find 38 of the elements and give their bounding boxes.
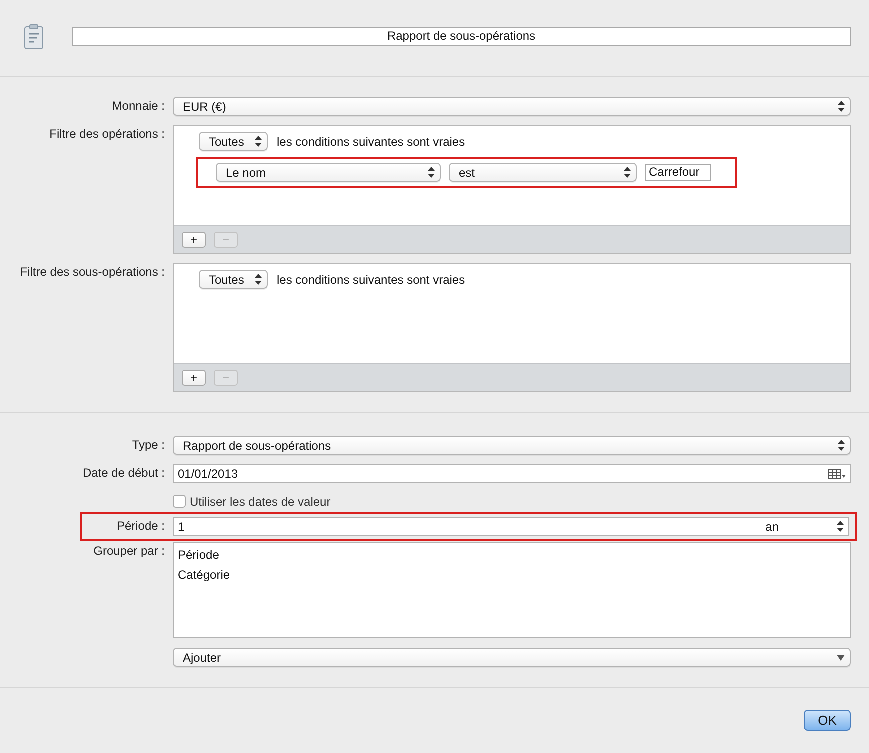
field-label: Grouper par :	[92, 543, 165, 560]
field-label: Filtre des sous-opérations :	[19, 264, 165, 281]
period-field[interactable]: 1 an	[173, 517, 849, 536]
stepper-arrows-icon	[624, 167, 631, 178]
match-dropdown[interactable]: Toutes	[199, 270, 268, 289]
stepper-arrows-icon	[255, 274, 262, 285]
stepper-arrows-icon	[428, 167, 435, 178]
checkbox[interactable]	[173, 495, 186, 508]
match-text: les conditions suivantes sont vraies	[277, 272, 466, 286]
checkbox-label: Utiliser les dates de valeur	[190, 494, 331, 508]
type-dropdown[interactable]: Rapport de sous-opérations	[173, 436, 851, 455]
field-dropdown[interactable]: Le nom	[216, 163, 441, 182]
field-label: Filtre des opérations :	[48, 126, 165, 143]
stepper-arrows-icon	[255, 136, 262, 147]
report-name-field[interactable]: Rapport de sous-opérations	[72, 27, 851, 46]
stepper-arrows-icon	[838, 440, 845, 451]
list-item[interactable]: Catégorie	[178, 565, 846, 585]
field-label: Date de début :	[82, 465, 165, 482]
ok-button[interactable]: OK	[804, 710, 851, 731]
add-dropdown[interactable]: Ajouter	[173, 648, 851, 667]
field-label: Type :	[131, 437, 165, 454]
value-field[interactable]: Carrefour	[645, 164, 711, 181]
currency-dropdown[interactable]: EUR (€)	[173, 97, 851, 116]
stepper-arrows-icon	[838, 101, 845, 112]
operator-dropdown[interactable]: est	[449, 163, 637, 182]
date-field[interactable]: 01/01/2013	[173, 464, 851, 483]
field-label: Période :	[116, 518, 165, 535]
match-text: les conditions suivantes sont vraies	[277, 134, 466, 148]
caret-icon	[837, 654, 845, 660]
unit-text: an	[766, 520, 779, 534]
add-button[interactable]: +	[182, 370, 206, 386]
add-button[interactable]: +	[182, 232, 206, 248]
clipboard-icon	[24, 24, 44, 50]
calendar-icon[interactable]	[828, 468, 846, 478]
list-item[interactable]: Période	[178, 545, 846, 565]
field-label: Monnaie :	[111, 98, 165, 115]
match-dropdown[interactable]: Toutes	[199, 132, 268, 151]
stepper-arrows-icon	[837, 521, 844, 532]
